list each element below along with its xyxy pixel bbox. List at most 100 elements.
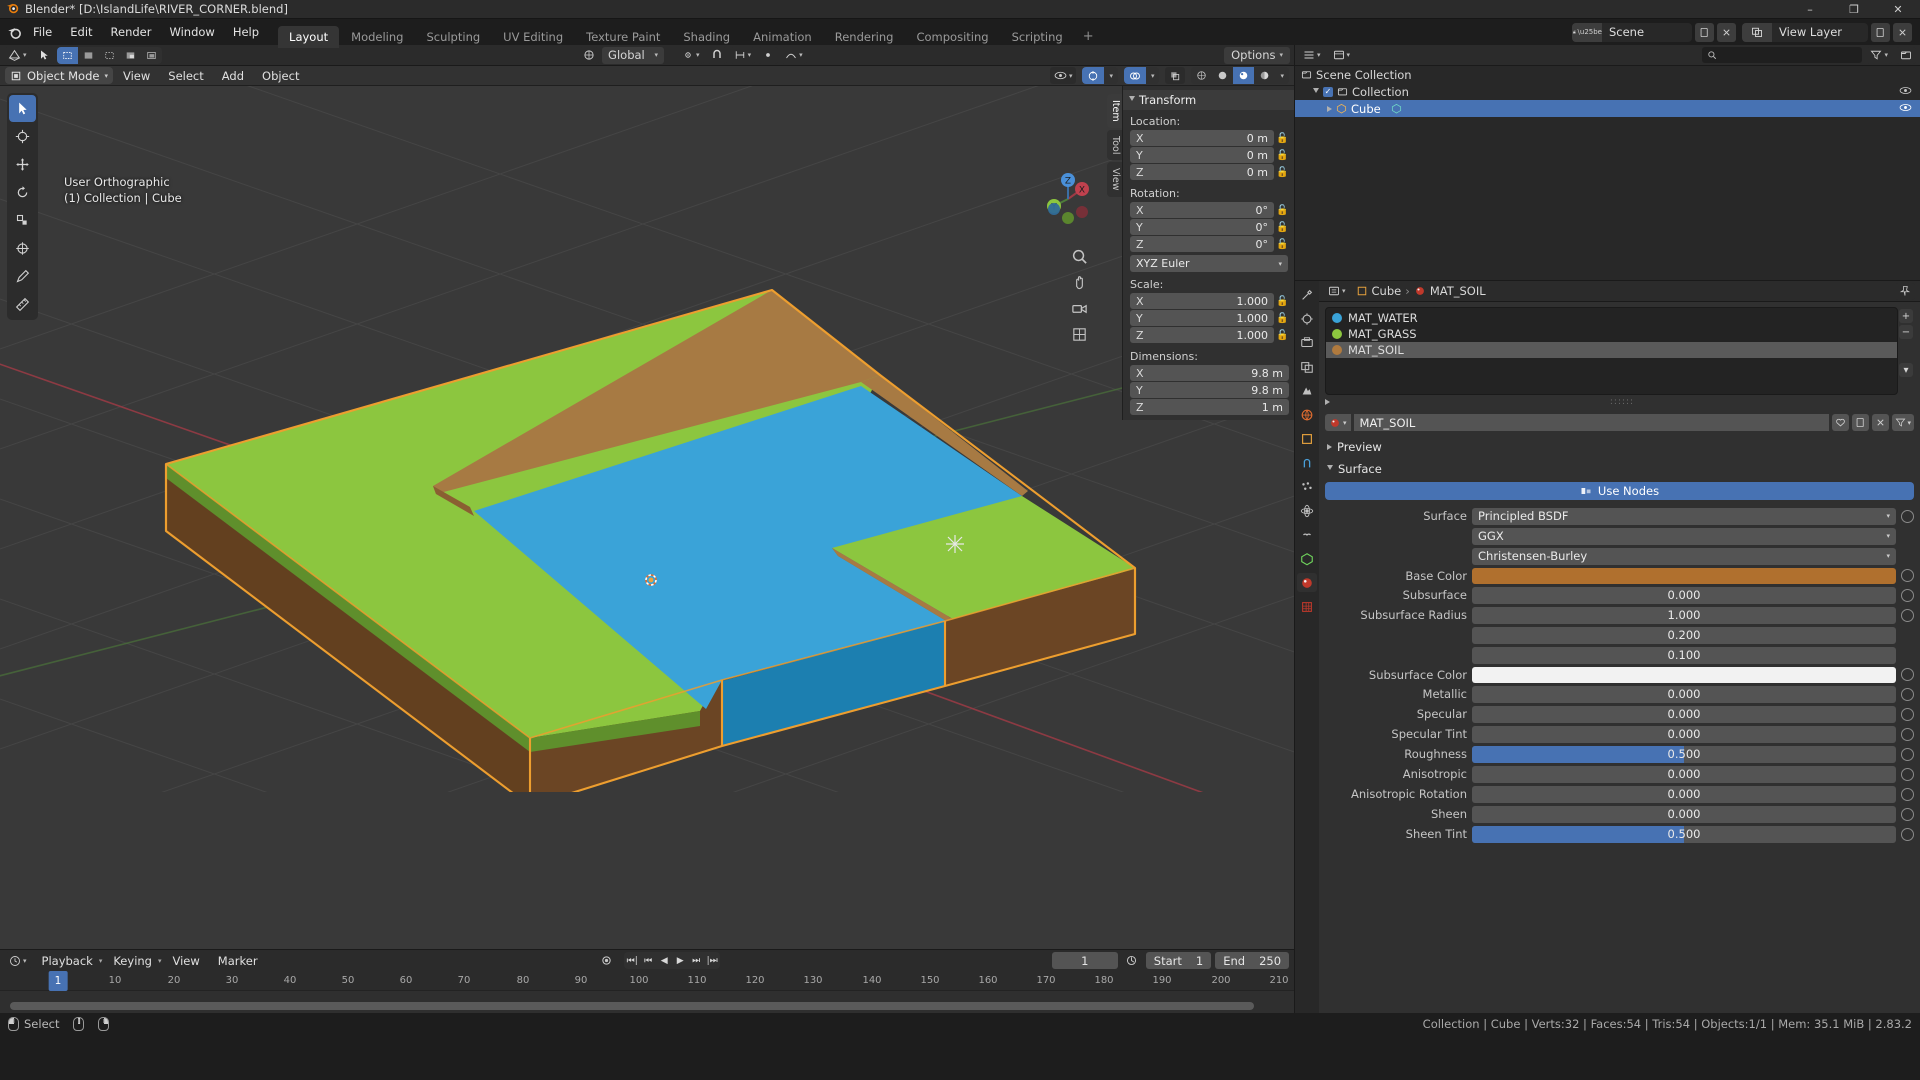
- dimensions-y-field[interactable]: Y 9.8 m: [1130, 382, 1289, 398]
- input-socket-dot[interactable]: [1901, 707, 1914, 721]
- input-socket-dot[interactable]: [1901, 827, 1914, 841]
- location-x-field[interactable]: X 0 m: [1130, 130, 1274, 146]
- scale-x-lock-icon[interactable]: 🔓: [1276, 296, 1289, 307]
- view-layer-selector[interactable]: View Layer: [1741, 22, 1868, 42]
- location-z-field[interactable]: Z 0 m: [1130, 164, 1274, 180]
- tab-sculpting[interactable]: Sculpting: [415, 26, 491, 48]
- tab-texture-properties[interactable]: [1297, 597, 1317, 616]
- material-slot-row[interactable]: MAT_GRASS: [1326, 326, 1897, 342]
- select-mode-group[interactable]: [56, 46, 162, 64]
- next-keyframe-button[interactable]: ⏭: [688, 952, 704, 969]
- location-z-lock-icon[interactable]: 🔓: [1276, 167, 1289, 178]
- subsurface-radius-field-3[interactable]: 0.100: [1472, 646, 1896, 664]
- previous-keyframe-button[interactable]: ⏮: [640, 952, 656, 969]
- scale-z-row[interactable]: Z 1.000 🔓: [1123, 327, 1294, 343]
- tab-object-data-properties[interactable]: [1297, 549, 1317, 568]
- material-name-field[interactable]: MAT_SOIL: [1353, 414, 1830, 431]
- outliner-filter-icon[interactable]: ▾: [1866, 46, 1892, 64]
- shading-rendered-icon[interactable]: [1254, 67, 1275, 84]
- remove-material-slot-button[interactable]: −: [1899, 325, 1913, 339]
- outliner-editor-type-icon[interactable]: ▾: [1299, 46, 1325, 64]
- material-filter-icon[interactable]: ▾: [1892, 414, 1914, 431]
- outliner-row-collection[interactable]: ✓ Collection: [1295, 83, 1920, 100]
- show-overlays-icon[interactable]: [1123, 67, 1146, 84]
- overlay-toggle-group[interactable]: ▾: [1123, 67, 1160, 84]
- select-circle-icon[interactable]: [78, 47, 99, 64]
- shading-wireframe-icon[interactable]: [1191, 67, 1212, 84]
- properties-pin-icon[interactable]: [1895, 282, 1915, 300]
- timeline-menu-marker[interactable]: Marker: [211, 953, 265, 969]
- transform-orientation-dropdown[interactable]: Global ▾: [602, 46, 665, 64]
- browse-material-button[interactable]: ▾: [1325, 414, 1351, 431]
- dimensions-x-row[interactable]: X 9.8 m: [1123, 365, 1294, 381]
- minimize-button[interactable]: –: [1788, 0, 1832, 19]
- metallic-slider[interactable]: 0.000: [1472, 685, 1896, 703]
- tool-measure[interactable]: [9, 291, 36, 318]
- rotation-y-row[interactable]: Y 0° 🔓: [1123, 219, 1294, 235]
- tab-modifier-properties[interactable]: [1297, 453, 1317, 472]
- input-socket-dot[interactable]: [1901, 687, 1914, 701]
- scene-browse-icon[interactable]: \u25be: [1571, 22, 1602, 42]
- unlink-scene-button[interactable]: [1716, 22, 1736, 42]
- tab-animation[interactable]: Animation: [742, 26, 823, 48]
- editor-type-button[interactable]: ▾: [4, 46, 31, 64]
- tab-uv-editing[interactable]: UV Editing: [492, 26, 574, 48]
- viewport-shading-group[interactable]: ▾: [1191, 67, 1289, 84]
- tab-world-properties[interactable]: [1297, 405, 1317, 424]
- play-button[interactable]: ▶: [672, 952, 688, 969]
- use-nodes-button[interactable]: Use Nodes: [1325, 482, 1914, 500]
- tab-layout[interactable]: Layout: [278, 26, 340, 48]
- input-socket-dot[interactable]: [1901, 807, 1914, 821]
- play-reverse-button[interactable]: ◀: [656, 952, 672, 969]
- current-frame-field[interactable]: 1: [1051, 952, 1118, 969]
- use-preview-range-icon[interactable]: [1122, 952, 1142, 969]
- visibility-dropdown-icon[interactable]: ▾: [1049, 67, 1077, 84]
- scale-z-lock-icon[interactable]: 🔓: [1276, 330, 1289, 341]
- fake-user-button[interactable]: [1832, 414, 1850, 431]
- specular-tint-slider[interactable]: 0.000: [1472, 725, 1896, 743]
- view-layer-icon[interactable]: [1741, 22, 1772, 42]
- subsurface-radius-field-1[interactable]: 1.000: [1472, 606, 1896, 624]
- visibility-eye-icon[interactable]: [1899, 85, 1912, 99]
- tab-scene-properties[interactable]: [1297, 381, 1317, 400]
- snap-magnet-icon[interactable]: [706, 46, 727, 64]
- input-socket-dot[interactable]: [1901, 509, 1914, 523]
- timeline-ruler[interactable]: 10 20 30 40 50 60 70 80 90 100 110 120 1…: [0, 971, 1294, 991]
- scene-selector[interactable]: \u25be Scene: [1571, 22, 1692, 42]
- specular-slider[interactable]: 0.000: [1472, 705, 1896, 723]
- tab-view-layer-properties[interactable]: [1297, 357, 1317, 376]
- location-z-row[interactable]: Z 0 m 🔓: [1123, 164, 1294, 180]
- add-material-slot-button[interactable]: +: [1899, 309, 1913, 323]
- proportional-edit-icon[interactable]: [758, 46, 779, 64]
- jump-to-end-button[interactable]: |⏭: [704, 952, 720, 969]
- panel-collapse-icon[interactable]: [1129, 96, 1135, 104]
- dimensions-z-field[interactable]: Z 1 m: [1130, 399, 1289, 415]
- outliner-search-box[interactable]: [1702, 47, 1863, 63]
- rotation-y-field[interactable]: Y 0°: [1130, 219, 1274, 235]
- subsurface-radius-field-2[interactable]: 0.200: [1472, 626, 1896, 644]
- location-y-row[interactable]: Y 0 m 🔓: [1123, 147, 1294, 163]
- location-y-lock-icon[interactable]: 🔓: [1276, 150, 1289, 161]
- anisotropic-slider[interactable]: 0.000: [1472, 765, 1896, 783]
- timeline-playhead[interactable]: 1: [48, 971, 68, 991]
- location-x-lock-icon[interactable]: 🔓: [1276, 133, 1289, 144]
- tab-compositing[interactable]: Compositing: [905, 26, 999, 48]
- tab-scripting[interactable]: Scripting: [1001, 26, 1074, 48]
- overlay-options-chevron-icon[interactable]: ▾: [1146, 67, 1160, 84]
- new-material-button[interactable]: [1852, 414, 1870, 431]
- input-socket-dot[interactable]: [1901, 569, 1914, 582]
- new-view-layer-button[interactable]: [1871, 22, 1890, 42]
- preview-section-header[interactable]: Preview: [1319, 436, 1920, 458]
- subsurface-slider[interactable]: 0.000: [1472, 586, 1896, 604]
- tool-select-box[interactable]: [9, 95, 36, 122]
- proportional-falloff-icon[interactable]: ▾: [781, 46, 807, 64]
- gizmo-options-chevron-icon[interactable]: ▾: [1104, 67, 1118, 84]
- dimensions-y-row[interactable]: Y 9.8 m: [1123, 382, 1294, 398]
- tab-render-properties[interactable]: [1297, 309, 1317, 328]
- dimensions-x-field[interactable]: X 9.8 m: [1130, 365, 1289, 381]
- expand-triangle-icon[interactable]: [1327, 105, 1332, 112]
- blender-logo-icon[interactable]: [4, 22, 24, 42]
- expand-triangle-icon[interactable]: [1313, 87, 1319, 96]
- auto-keying-icon[interactable]: [596, 952, 616, 969]
- visibility-eye-icon[interactable]: [1899, 102, 1912, 116]
